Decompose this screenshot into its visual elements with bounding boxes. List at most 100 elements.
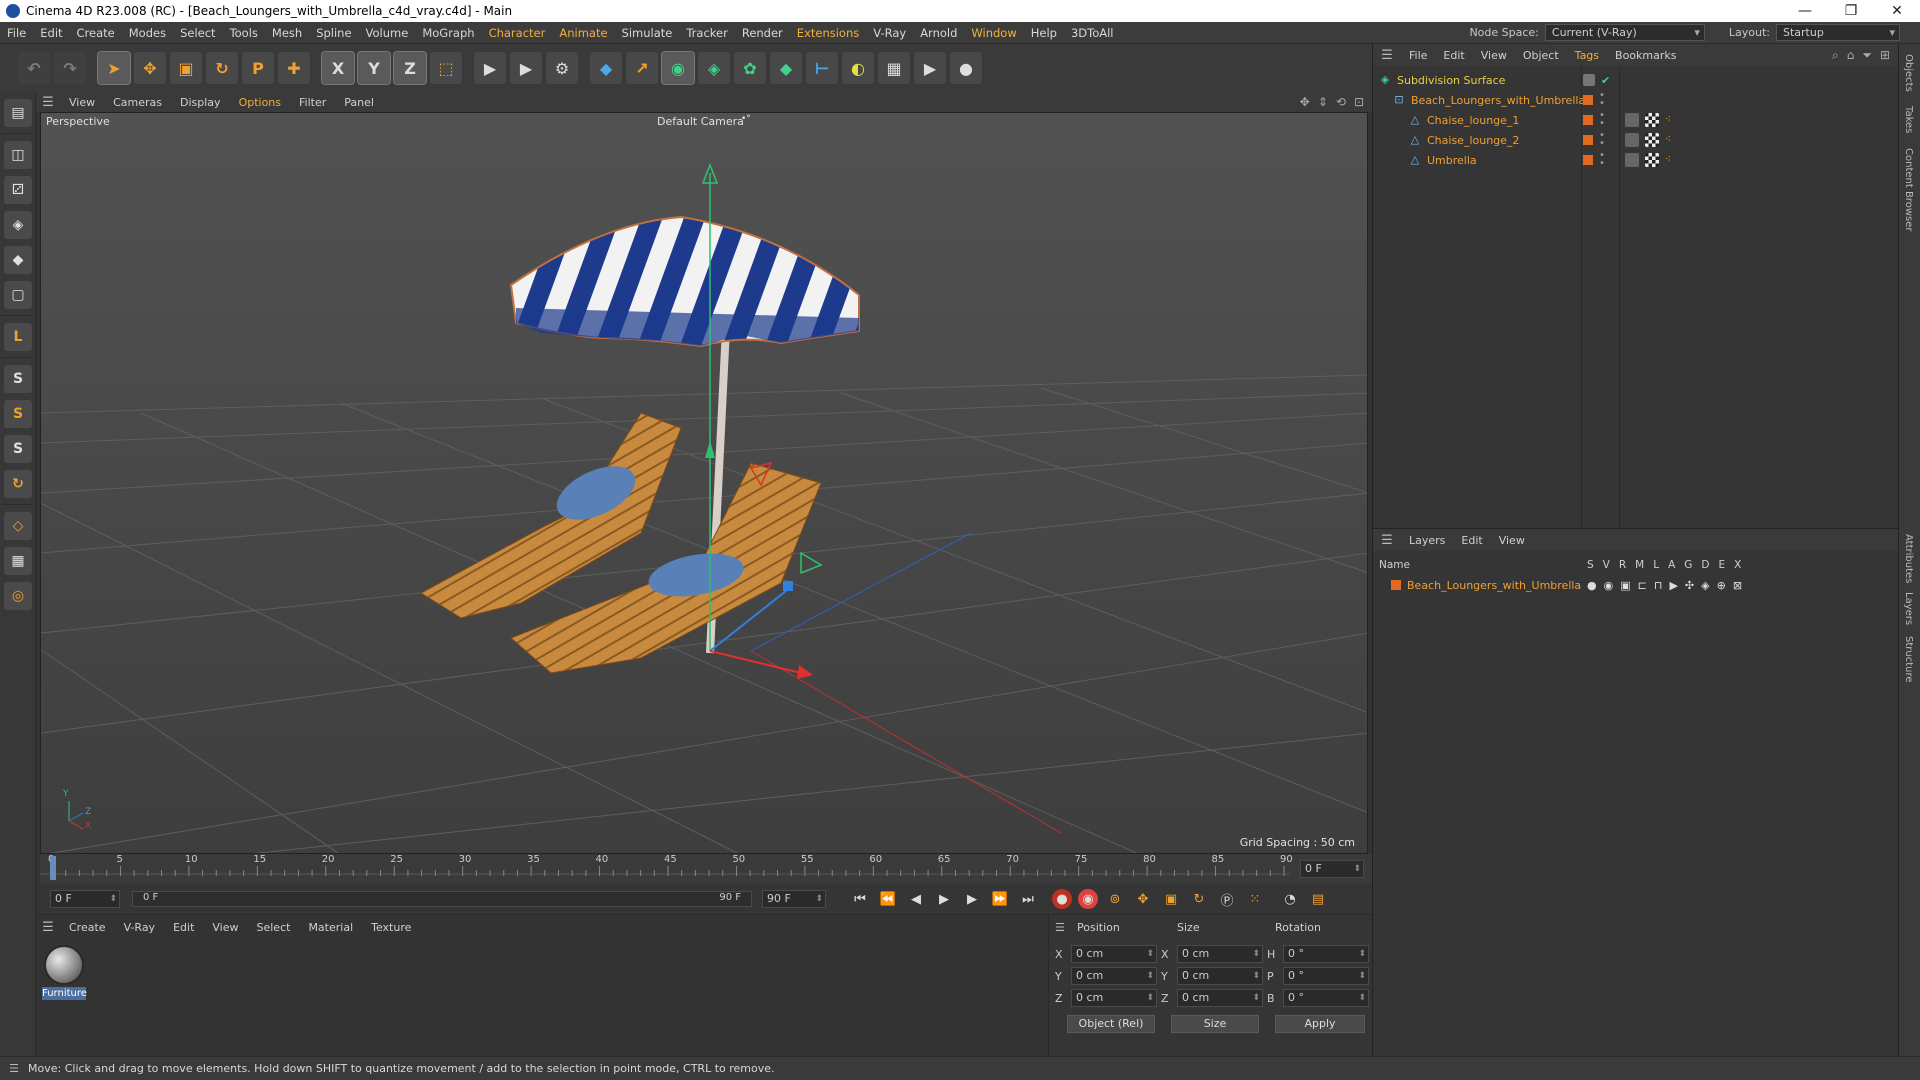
eye-icon[interactable]: ◉ <box>1604 579 1614 592</box>
move-tool-icon[interactable]: ✥ <box>134 52 166 84</box>
manager-icon[interactable]: ⊏ <box>1638 579 1647 592</box>
close-button[interactable]: ✕ <box>1874 0 1920 22</box>
animation-icon[interactable]: ▶ <box>1669 579 1677 592</box>
material-menu-texture[interactable]: Texture <box>362 921 420 934</box>
menu-tracker[interactable]: Tracker <box>679 26 735 40</box>
visibility-dots-icon[interactable]: • • <box>1599 111 1605 129</box>
vray-tag-icon[interactable]: ⁖ <box>1665 153 1679 167</box>
z-axis-lock-icon[interactable]: Z <box>393 51 427 85</box>
quantize-icon[interactable]: S <box>4 435 32 463</box>
frame-range-slider[interactable]: 0 F 90 F <box>132 891 752 907</box>
size-y-field[interactable]: 0 cm <box>1177 967 1263 985</box>
make-editable-icon[interactable]: ▤ <box>4 99 32 127</box>
create-tool-icon[interactable]: ✚ <box>278 52 310 84</box>
om-menu-edit[interactable]: Edit <box>1435 49 1472 62</box>
menu-window[interactable]: Window <box>964 26 1023 40</box>
deformer-icon[interactable]: ⊢ <box>806 52 838 84</box>
coordinate-mode-select[interactable]: Object (Rel) <box>1067 1015 1155 1033</box>
coordinate-system-icon[interactable]: ⬚ <box>430 52 462 84</box>
home-icon[interactable]: ⌂ <box>1847 48 1855 63</box>
playhead-marker[interactable] <box>50 856 56 880</box>
status-hamburger-icon[interactable]: ☰ <box>0 1062 28 1075</box>
next-key-icon[interactable]: ⏩ <box>989 888 1011 910</box>
layer-color-swatch[interactable] <box>1583 115 1593 125</box>
subdivision-generator-icon[interactable]: ◉ <box>661 51 695 85</box>
tab-structure[interactable]: Structure <box>1903 636 1914 683</box>
parameter-track-icon[interactable]: Ⓟ <box>1216 888 1238 910</box>
search-icon[interactable]: ⌕ <box>1832 48 1839 63</box>
dope-sheet-icon[interactable]: ▤ <box>1307 888 1329 910</box>
solo-icon[interactable]: ● <box>1587 579 1597 592</box>
pos-z-field[interactable]: 0 cm <box>1071 989 1157 1007</box>
menu-extensions[interactable]: Extensions <box>790 26 866 40</box>
start-frame-field[interactable]: 0 F <box>50 890 120 908</box>
menu-render[interactable]: Render <box>735 26 790 40</box>
model-mode-icon[interactable]: ◫ <box>4 141 32 169</box>
layout-select[interactable]: Startup <box>1776 24 1900 41</box>
render-settings-icon[interactable]: ⚙ <box>546 52 578 84</box>
rotate-tool-icon[interactable]: ↻ <box>206 52 238 84</box>
menu-edit[interactable]: Edit <box>33 26 69 40</box>
size-mode-select[interactable]: Size <box>1171 1015 1259 1033</box>
autokey-icon[interactable]: ◉ <box>1078 889 1098 909</box>
3d-viewport[interactable]: Perspective Default Camera •° Grid Spaci… <box>40 112 1368 854</box>
timeline-ruler[interactable]: 051015202530354045505560657075808590 0 F <box>40 854 1372 884</box>
edit-toggle-icon[interactable] <box>1583 74 1595 86</box>
current-frame-field[interactable]: 0 F <box>1300 860 1364 878</box>
om-menu-file[interactable]: File <box>1401 49 1435 62</box>
record-keys-icon[interactable]: ● <box>1052 889 1072 909</box>
apply-button[interactable]: Apply <box>1275 1015 1365 1033</box>
lm-menu-view[interactable]: View <box>1491 534 1533 547</box>
viewport-menu-options[interactable]: Options <box>230 96 290 109</box>
scale-track-icon[interactable]: ▣ <box>1160 888 1182 910</box>
material-menu-edit[interactable]: Edit <box>164 921 203 934</box>
psr-tool-icon[interactable]: P <box>242 52 274 84</box>
scale-tool-icon[interactable]: ▣ <box>170 52 202 84</box>
menu-modes[interactable]: Modes <box>122 26 173 40</box>
layer-color-swatch[interactable] <box>1583 135 1593 145</box>
menu-simulate[interactable]: Simulate <box>615 26 680 40</box>
filter-icon[interactable]: ⏷ <box>1862 48 1872 63</box>
phong-tag-icon[interactable] <box>1625 113 1639 127</box>
material-menu-view[interactable]: View <box>203 921 247 934</box>
material-menu-vray[interactable]: V-Ray <box>115 921 165 934</box>
phong-tag-icon[interactable] <box>1625 153 1639 167</box>
om-menu-object[interactable]: Object <box>1515 49 1567 62</box>
rot-h-field[interactable]: 0 ° <box>1283 945 1369 963</box>
om-menu-tags[interactable]: Tags <box>1567 49 1607 62</box>
menu-animate[interactable]: Animate <box>552 26 614 40</box>
size-x-field[interactable]: 0 cm <box>1177 945 1263 963</box>
texture-mode-icon[interactable]: ⚂ <box>4 176 32 204</box>
cube-primitive-icon[interactable]: ◆ <box>590 52 622 84</box>
tab-attributes[interactable]: Attributes <box>1903 534 1914 583</box>
orbit-view-icon[interactable]: ⟲ <box>1336 95 1346 109</box>
object-manager-hamburger-icon[interactable]: ☰ <box>1373 48 1401 63</box>
material-menu-material[interactable]: Material <box>299 921 362 934</box>
render-view-icon[interactable]: ▶ <box>474 52 506 84</box>
light-icon[interactable]: ● <box>950 52 982 84</box>
visibility-dots-icon[interactable]: • • <box>1599 151 1605 169</box>
menu-file[interactable]: File <box>0 26 33 40</box>
texture-tag-icon[interactable] <box>1645 113 1659 127</box>
timeline-window-icon[interactable]: ◔ <box>1279 888 1301 910</box>
vray-tag-icon[interactable]: ⁖ <box>1665 133 1679 147</box>
layer-manager-hamburger-icon[interactable]: ☰ <box>1373 533 1401 548</box>
lock-icon[interactable]: ⊓ <box>1654 579 1663 592</box>
y-axis-lock-icon[interactable]: Y <box>357 51 391 85</box>
tab-layers[interactable]: Layers <box>1903 592 1914 625</box>
locked-workplane-icon[interactable]: ◎ <box>4 582 32 610</box>
visibility-dots-icon[interactable]: • • <box>1599 91 1605 109</box>
viewport-menu-filter[interactable]: Filter <box>290 96 335 109</box>
go-to-start-icon[interactable]: ⏮ <box>849 888 871 910</box>
viewport-menu-panel[interactable]: Panel <box>335 96 383 109</box>
maximize-button[interactable]: ❐ <box>1828 0 1874 22</box>
undo-icon[interactable]: ↶ <box>18 52 50 84</box>
render-icon[interactable]: ▣ <box>1620 579 1630 592</box>
axis-mode-icon[interactable]: L <box>4 323 32 351</box>
point-level-animation-icon[interactable]: ⁙ <box>1244 888 1266 910</box>
object-row[interactable]: ⊡ Beach_Loungers_with_Umbrella • • <box>1373 90 1899 110</box>
polygons-mode-icon[interactable]: ▢ <box>4 281 32 309</box>
expression-icon[interactable]: ⊕ <box>1717 579 1726 592</box>
menu-help[interactable]: Help <box>1024 26 1064 40</box>
go-to-end-icon[interactable]: ⏭ <box>1017 888 1039 910</box>
